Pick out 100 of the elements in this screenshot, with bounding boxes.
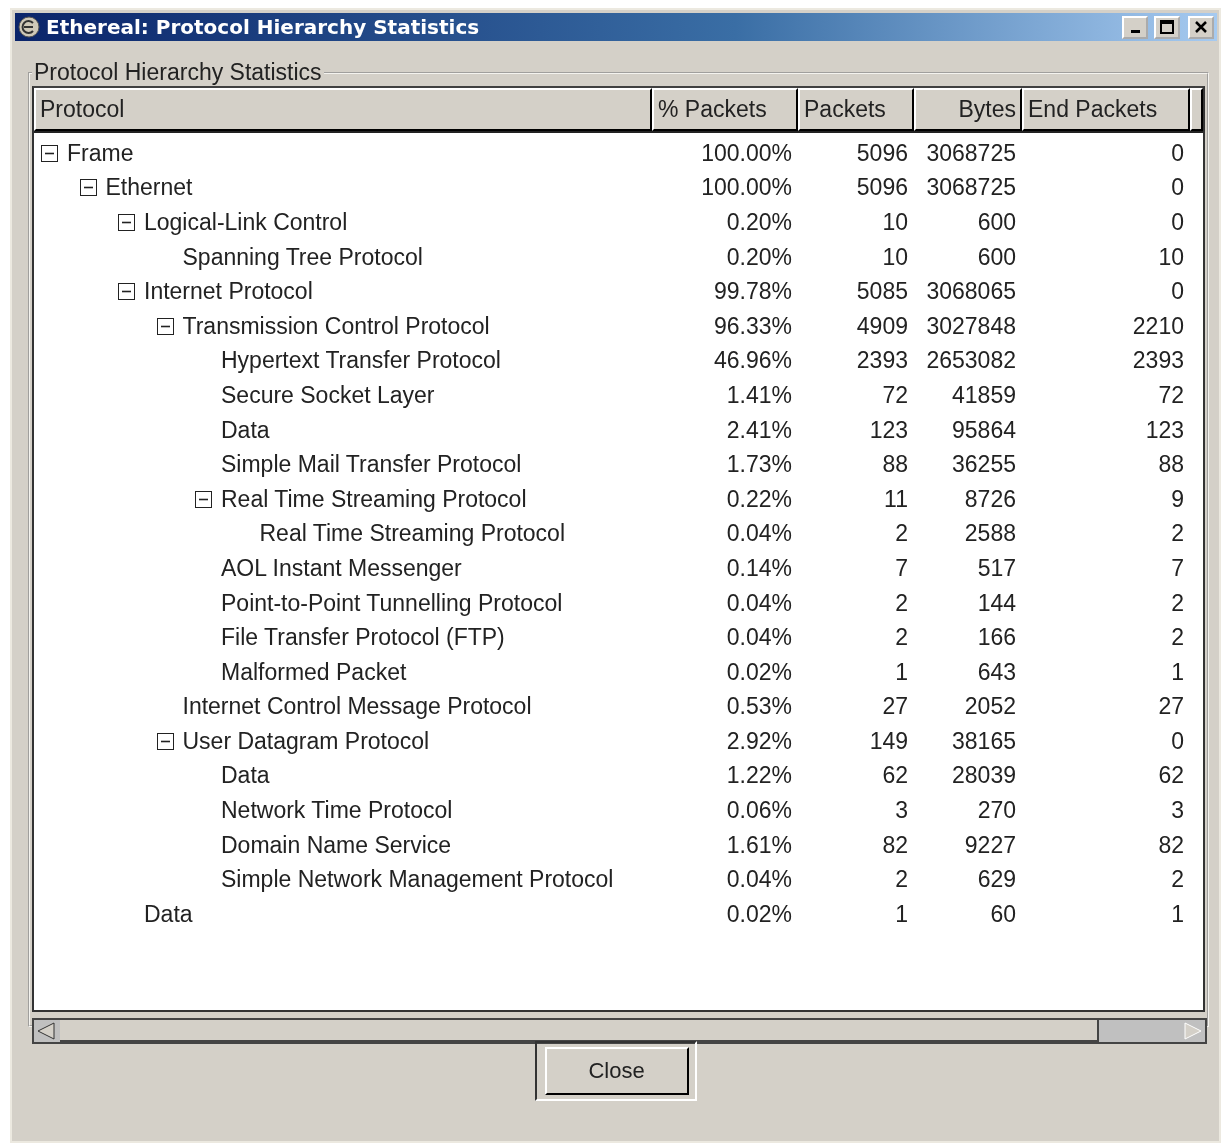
percent-cell-text: 1.22%: [725, 762, 793, 790]
bytes-cell-text: 270: [976, 797, 1017, 825]
packets-cell-text: 62: [881, 762, 909, 790]
end-packets-cell-text: 10: [1157, 243, 1185, 271]
packets-cell-text: 4909: [855, 312, 909, 340]
end-packets-cell-text: 2: [1170, 624, 1185, 652]
protocol-name[interactable]: Data: [221, 416, 270, 444]
bytes-cell-text: 95864: [951, 416, 1017, 444]
protocol-name[interactable]: Network Time Protocol: [221, 797, 453, 825]
bytes-cell-text: 144: [976, 589, 1017, 617]
collapse-icon[interactable]: [41, 144, 58, 162]
bytes-cell-text: 2052: [963, 693, 1017, 721]
bytes-cell-text: 2588: [963, 520, 1017, 548]
protocol-name[interactable]: Real Time Streaming Protocol: [221, 485, 527, 513]
protocol-name[interactable]: Internet Protocol: [144, 278, 313, 306]
percent-cell-text: 0.14%: [725, 554, 793, 582]
protocol-name[interactable]: Transmission Control Protocol: [182, 312, 490, 340]
protocol-name[interactable]: Domain Name Service: [221, 831, 452, 859]
packets-cell-text: 88: [881, 451, 909, 479]
window-title: Ethereal: Protocol Hierarchy Statistics: [46, 15, 481, 39]
end-packets-cell-text: 2: [1170, 520, 1185, 548]
percent-cell-text: 0.04%: [725, 589, 793, 617]
protocol-name[interactable]: Logical-Link Control: [144, 209, 348, 236]
percent-cell-text: 0.02%: [725, 658, 793, 686]
end-packets-cell-text: 3: [1170, 797, 1185, 825]
bytes-cell-text: 60: [989, 900, 1017, 928]
percent-cell-text: 99.78%: [713, 278, 793, 306]
protocol-name[interactable]: Hypertext Transfer Protocol: [221, 347, 501, 375]
packets-cell-text: 7: [894, 554, 909, 582]
scroll-thumb[interactable]: [60, 1020, 1099, 1042]
minimize-icon: [1130, 30, 1140, 33]
protocol-name[interactable]: Simple Network Management Protocol: [221, 866, 614, 894]
protocol-name[interactable]: Simple Mail Transfer Protocol: [221, 451, 522, 479]
close-button[interactable]: [1188, 15, 1214, 39]
protocol-name[interactable]: Internet Control Message Protocol: [182, 693, 532, 721]
packets-cell-text: 1: [894, 900, 909, 928]
protocol-name[interactable]: Data: [221, 762, 270, 790]
protocol-name[interactable]: Data: [144, 900, 193, 928]
packets-cell-text: 10: [881, 243, 909, 271]
protocol-name[interactable]: File Transfer Protocol (FTP): [221, 624, 505, 652]
percent-cell-text: 2.92%: [725, 727, 793, 755]
column-header[interactable]: Packets: [798, 88, 914, 131]
percent-cell-text: 0.04%: [725, 866, 793, 894]
protocol-name[interactable]: Real Time Streaming Protocol: [259, 520, 565, 548]
column-header[interactable]: End Packets: [1022, 88, 1190, 131]
end-packets-cell-text: 9: [1170, 485, 1185, 513]
packets-cell-text: 1: [894, 658, 909, 686]
collapse-icon[interactable]: [118, 214, 135, 231]
protocol-name[interactable]: Ethernet: [105, 174, 193, 202]
bytes-cell-text: 36255: [951, 451, 1017, 479]
protocol-name[interactable]: Frame: [67, 139, 134, 167]
protocol-name[interactable]: User Datagram Protocol: [182, 727, 430, 755]
minimize-button[interactable]: [1122, 15, 1148, 39]
close-dialog-button[interactable]: Close: [544, 1047, 689, 1095]
bytes-cell-text: 3027848: [925, 312, 1017, 340]
bytes-cell-text: 166: [976, 624, 1017, 652]
collapse-icon[interactable]: [118, 283, 135, 301]
bytes-cell-text: 3068725: [925, 174, 1017, 202]
collapse-icon[interactable]: [79, 179, 97, 197]
bytes-cell-text: 8726: [963, 485, 1017, 513]
percent-cell-text: 96.33%: [713, 312, 793, 340]
percent-cell-text: 0.06%: [725, 797, 793, 825]
collapse-icon[interactable]: [156, 317, 174, 335]
protocol-name[interactable]: Point-to-Point Tunnelling Protocol: [221, 589, 563, 617]
percent-cell-text: 0.22%: [725, 485, 793, 513]
protocol-name[interactable]: Spanning Tree Protocol: [182, 243, 423, 271]
percent-cell-text: 1.41%: [725, 381, 793, 409]
end-packets-cell-text: 123: [1144, 416, 1185, 444]
column-header[interactable]: Protocol: [34, 88, 652, 131]
collapse-icon[interactable]: [195, 490, 212, 508]
packets-cell-text: 10: [881, 209, 909, 236]
end-packets-cell-text: 62: [1157, 762, 1185, 790]
group-title: Protocol Hierarchy Statistics: [33, 59, 323, 86]
end-packets-cell-text: 0: [1170, 727, 1185, 755]
percent-cell-text: 0.04%: [725, 624, 793, 652]
bytes-cell-text: 3068065: [925, 278, 1017, 306]
packets-cell-text: 2393: [855, 347, 909, 375]
end-packets-cell-text: 88: [1157, 451, 1185, 479]
horizontal-scrollbar[interactable]: [32, 1018, 1207, 1044]
percent-cell-text: 0.20%: [725, 209, 793, 236]
packets-cell-text: 123: [868, 416, 909, 444]
bytes-cell-text: 517: [976, 554, 1017, 582]
protocol-name[interactable]: AOL Instant Messenger: [221, 554, 462, 582]
packets-cell-text: 3: [894, 797, 909, 825]
column-header[interactable]: % Packets: [652, 88, 798, 131]
packets-cell-text: 2: [894, 589, 909, 617]
close-icon: [1194, 20, 1208, 34]
end-packets-cell-text: 27: [1157, 693, 1185, 721]
column-header[interactable]: Bytes: [914, 88, 1022, 131]
maximize-button[interactable]: [1154, 15, 1180, 39]
app-logo-icon: [18, 16, 40, 38]
protocol-name[interactable]: Secure Socket Layer: [221, 381, 435, 409]
percent-cell-text: 2.41%: [725, 416, 793, 444]
end-packets-cell-text: 1: [1170, 900, 1185, 928]
end-packets-cell-text: 0: [1170, 139, 1185, 167]
end-packets-cell-text: 7: [1170, 554, 1185, 582]
protocol-name[interactable]: Malformed Packet: [221, 658, 407, 686]
collapse-icon[interactable]: [156, 732, 174, 750]
end-packets-cell-text: 0: [1170, 174, 1185, 202]
percent-cell-text: 1.61%: [725, 831, 793, 859]
